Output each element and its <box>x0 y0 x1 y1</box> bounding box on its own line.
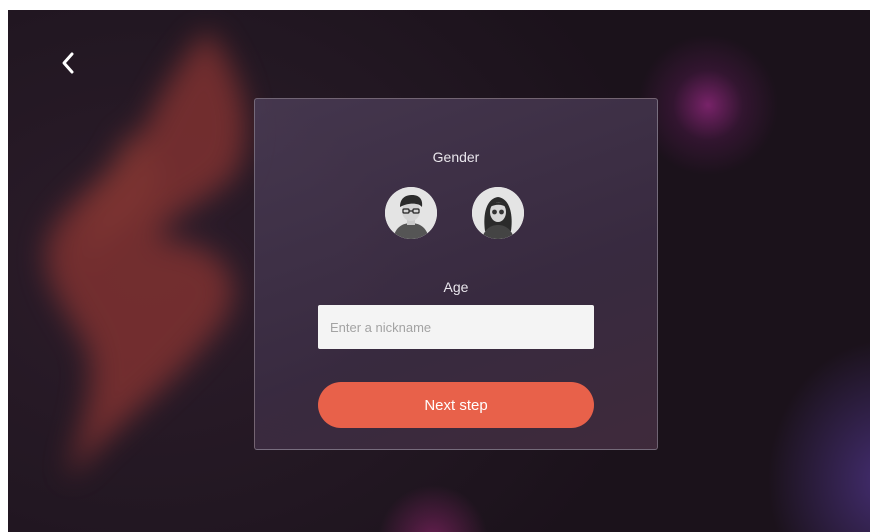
male-avatar-icon <box>385 187 437 239</box>
male-avatar-option[interactable] <box>385 187 437 239</box>
back-button[interactable] <box>54 48 84 78</box>
female-avatar-option[interactable] <box>472 187 524 239</box>
profile-setup-card: Gender Age Enter a nickname Next step <box>254 98 658 450</box>
next-step-button[interactable]: Next step <box>318 382 594 428</box>
female-avatar-icon <box>472 187 524 239</box>
age-label: Age <box>443 279 469 295</box>
nickname-input[interactable] <box>318 305 594 349</box>
chevron-left-icon <box>62 52 74 74</box>
app-screen: Gender Age Enter a nickname Next step <box>8 10 870 532</box>
gender-label: Gender <box>432 149 480 165</box>
